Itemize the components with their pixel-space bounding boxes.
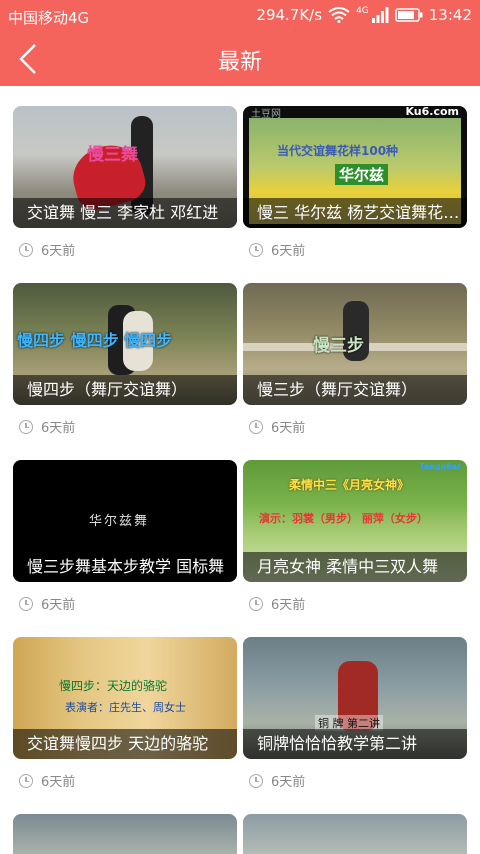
clock-icon bbox=[249, 773, 263, 788]
wifi-icon bbox=[328, 7, 350, 23]
clock-icon bbox=[249, 596, 263, 611]
video-time: 6天前 bbox=[41, 421, 76, 436]
video-thumbnail[interactable]: 土豆网 Ku6.com 当代交谊舞花样100种 华尔兹 慢三 华尔兹 杨艺交谊舞… bbox=[243, 106, 467, 228]
video-title: 交谊舞 慢三 李家杜 邓红进 bbox=[13, 198, 237, 228]
video-time: 6天前 bbox=[41, 598, 76, 613]
video-time: 6天前 bbox=[271, 244, 306, 259]
video-thumbnail[interactable] bbox=[243, 814, 467, 854]
carrier-label: 中国移动4G bbox=[8, 9, 90, 27]
battery-icon bbox=[395, 8, 423, 22]
video-title: 铜牌恰恰恰教学第二讲 bbox=[243, 729, 467, 759]
video-thumbnail[interactable] bbox=[13, 814, 237, 854]
video-time: 6天前 bbox=[271, 421, 306, 436]
video-thumbnail[interactable]: 慢四步 慢四步 慢四步 慢四步（舞厅交谊舞） bbox=[13, 283, 237, 405]
clock-icon bbox=[249, 419, 263, 434]
clock-icon bbox=[249, 242, 263, 257]
video-thumbnail[interactable]: 华尔兹舞 慢三步舞基本步教学 国标舞 bbox=[13, 460, 237, 582]
clock-icon bbox=[19, 419, 33, 434]
video-meta: 6天前 bbox=[19, 771, 75, 790]
video-meta: 6天前 bbox=[19, 594, 75, 613]
status-bar: 中国移动4G 294.7K/s 4G 13:42 bbox=[0, 0, 480, 32]
video-thumbnail[interactable]: Tango8ar 柔情中三《月亮女神》 演示：羽裳（男步） 丽萍（女步） 月亮女… bbox=[243, 460, 467, 582]
clock-icon bbox=[19, 242, 33, 257]
video-title: 慢三 华尔兹 杨艺交谊舞花样100种 bbox=[243, 198, 467, 228]
clock-icon bbox=[19, 596, 33, 611]
logo-text: Ku6.com bbox=[405, 106, 459, 118]
logo-text: 土豆网 bbox=[251, 109, 281, 120]
video-meta: 6天前 bbox=[249, 771, 305, 790]
video-thumbnail[interactable]: 慢三舞 交谊舞 慢三 李家杜 邓红进 bbox=[13, 106, 237, 228]
thumbnail-overlay-text: 华尔兹 bbox=[335, 164, 389, 185]
video-thumbnail[interactable]: 慢三步 慢三步（舞厅交谊舞） bbox=[243, 283, 467, 405]
video-title: 慢三步（舞厅交谊舞） bbox=[243, 375, 467, 405]
thumbnail-overlay-text: 慢四步：天边的骆驼 bbox=[59, 679, 168, 693]
logo-text: Tango8ar bbox=[419, 462, 461, 471]
network-type-label: 4G bbox=[356, 6, 369, 16]
video-time: 6天前 bbox=[41, 244, 76, 259]
video-title: 交谊舞慢四步 天边的骆驼 bbox=[13, 729, 237, 759]
video-meta: 6天前 bbox=[19, 240, 75, 259]
video-meta: 6天前 bbox=[249, 594, 305, 613]
status-icons: 294.7K/s 4G 13:42 bbox=[256, 6, 472, 24]
thumbnail-overlay-text: 慢四步 慢四步 慢四步 bbox=[17, 331, 173, 350]
video-meta: 6天前 bbox=[249, 417, 305, 436]
thumbnail-overlay-text: 慢三舞 bbox=[87, 145, 138, 165]
thumbnail-overlay-text: 柔情中三《月亮女神》 bbox=[289, 478, 410, 492]
video-time: 6天前 bbox=[41, 775, 76, 790]
thumbnail-overlay-text: 当代交谊舞花样100种 bbox=[277, 144, 399, 158]
clock-icon bbox=[19, 773, 33, 788]
video-time: 6天前 bbox=[271, 775, 306, 790]
video-meta: 6天前 bbox=[19, 417, 75, 436]
video-thumbnail[interactable]: 铜 牌 第二讲 铜牌恰恰恰教学第二讲 bbox=[243, 637, 467, 759]
video-meta: 6天前 bbox=[249, 240, 305, 259]
page-title: 最新 bbox=[217, 50, 262, 75]
video-thumbnail[interactable]: 慢四步：天边的骆驼 表演者：庄先生、周女士 交谊舞慢四步 天边的骆驼 bbox=[13, 637, 237, 759]
network-speed: 294.7K/s bbox=[256, 6, 323, 24]
video-title: 慢四步（舞厅交谊舞） bbox=[13, 375, 237, 405]
thumbnail-overlay-text: 表演者：庄先生、周女士 bbox=[65, 701, 186, 714]
clock-time: 13:42 bbox=[428, 6, 472, 24]
thumbnail-overlay-text: 演示：羽裳（男步） 丽萍（女步） bbox=[259, 512, 428, 525]
video-title: 慢三步舞基本步教学 国标舞 bbox=[13, 552, 237, 582]
video-title: 月亮女神 柔情中三双人舞 bbox=[243, 552, 467, 582]
app-bar: 最新 bbox=[0, 32, 480, 86]
thumbnail-overlay-text: 慢三步 bbox=[313, 336, 364, 356]
signal-icon bbox=[371, 7, 389, 23]
thumbnail-overlay-text: 华尔兹舞 bbox=[89, 514, 150, 529]
video-time: 6天前 bbox=[271, 598, 306, 613]
